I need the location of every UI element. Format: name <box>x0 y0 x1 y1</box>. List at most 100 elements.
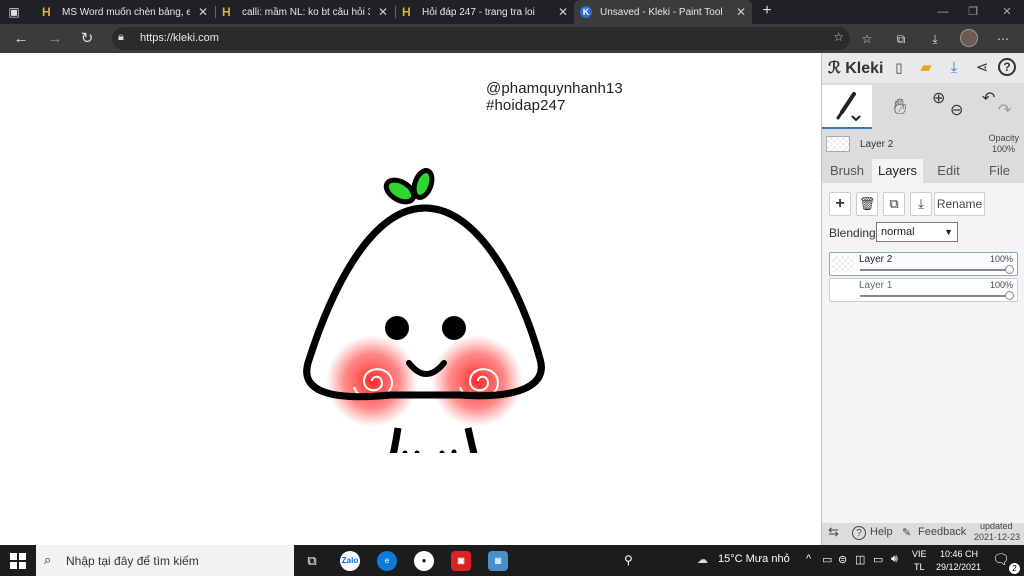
leaf-right <box>411 168 435 200</box>
share-icon[interactable]: ⋖ <box>972 58 992 78</box>
delete-layer-icon[interactable]: 🗑︎ <box>856 192 878 216</box>
language-bottom[interactable]: TL <box>914 562 925 572</box>
download-icon[interactable]: ⤓ <box>926 30 944 48</box>
open-folder-icon[interactable]: ▰ <box>916 58 936 78</box>
panel-footer: ⇆ ? Help ✎ Feedback updated 2021-12-23 <box>822 521 1024 545</box>
browser-tab-1[interactable]: H MS Word muốn chèn bảng, em t ✕ <box>36 0 214 24</box>
chrome-icon[interactable]: ● <box>414 551 434 571</box>
new-image-icon[interactable]: ▯ <box>889 58 909 78</box>
zoom-out-icon[interactable]: ⊖ <box>950 89 963 133</box>
brush-icon <box>836 92 861 122</box>
notification-icon[interactable]: 🗨︎ <box>992 551 1010 568</box>
duplicate-layer-icon[interactable]: ⧉ <box>883 192 905 216</box>
show-hidden-icons[interactable]: ^ <box>806 553 811 565</box>
layer-opacity-track <box>860 295 1011 297</box>
mushroom-drawing <box>303 168 545 453</box>
people-icon[interactable]: ⚲ <box>624 553 633 567</box>
redo-icon[interactable]: ↷ <box>998 89 1011 133</box>
edge-browser-icon[interactable]: e <box>377 551 397 571</box>
help-icon[interactable]: ? <box>852 526 866 540</box>
layer-row-1[interactable]: Layer 1 100% <box>829 278 1018 302</box>
kleki-logo-text: Kleki <box>845 60 884 77</box>
close-tab-icon[interactable]: ✕ <box>558 5 568 19</box>
rename-button[interactable]: Rename <box>934 192 985 216</box>
favorite-star-icon[interactable]: ☆ <box>833 30 844 44</box>
layers-panel: + 🗑︎ ⧉ ⤓ Rename Blending normal ▼ Layer … <box>822 183 1024 523</box>
zoom-in-icon[interactable]: ⊕ <box>932 77 945 121</box>
profile-avatar[interactable] <box>960 29 978 47</box>
browser-tab-4-active[interactable]: K Unsaved - Kleki - Paint Tool ✕ <box>574 0 752 24</box>
panel-tabs: Brush Layers Edit File <box>822 159 1024 183</box>
layer-opacity-track <box>860 269 1011 271</box>
tab-layers[interactable]: Layers <box>872 159 923 183</box>
calculator-icon[interactable]: ▦ <box>488 551 508 571</box>
more-menu-icon[interactable]: ⋯ <box>994 30 1012 48</box>
tab-brush[interactable]: Brush <box>822 159 872 183</box>
feedback-icon[interactable]: ✎ <box>902 526 911 539</box>
layer-opacity-slider[interactable] <box>1005 291 1014 300</box>
kleki-logo[interactable]: ℛ Kleki <box>828 58 883 78</box>
favorites-icon[interactable]: ☆ <box>858 30 876 48</box>
search-icon: ⌕ <box>44 552 52 567</box>
new-tab-button[interactable]: + <box>758 2 776 20</box>
network-icon[interactable]: ▭ <box>822 553 832 566</box>
updated-date: 2021-12-23 <box>974 532 1021 542</box>
back-arrow-icon[interactable]: ← <box>10 28 32 50</box>
windows-taskbar: ⌕ Nhập tại đây để tìm kiếm ⧉ Zalo e ● ▣ … <box>0 545 1024 576</box>
collections-icon[interactable]: ⧉ <box>892 30 910 48</box>
layer-thumbnail <box>832 256 854 272</box>
current-layer-name: Layer 2 <box>860 139 894 150</box>
clock-date[interactable]: 29/12/2021 <box>936 562 981 572</box>
url-field[interactable]: 🔒︎ https://kleki.com ☆ <box>112 27 850 50</box>
hand-icon: ✋︎ <box>893 94 907 119</box>
close-tab-icon[interactable]: ✕ <box>198 5 208 19</box>
merge-down-icon[interactable]: ⤓ <box>910 192 932 216</box>
close-window-icon[interactable]: ✕ <box>992 0 1022 24</box>
layer-opacity-slider[interactable] <box>1005 265 1014 274</box>
app-tray-icon[interactable]: ◫ <box>855 553 865 566</box>
restore-icon[interactable]: ❐ <box>958 0 988 24</box>
reload-icon[interactable]: ↻ <box>76 28 98 50</box>
weather-icon[interactable]: ☁ <box>697 553 708 566</box>
forward-arrow-icon[interactable]: → <box>44 28 66 50</box>
tab-title: calli: mầm NL: ko bt câu hỏi 348 <box>242 6 370 18</box>
hand-tool-button[interactable]: ✋︎ <box>880 85 920 129</box>
tool-row: ✋︎ ⊕ ⊖ ↶ ↷ <box>822 85 1024 129</box>
volume-icon[interactable]: 🔊︎ <box>891 553 898 566</box>
oo-app-icon[interactable]: ▣ <box>451 551 471 571</box>
hoidap-favicon-icon: H <box>42 5 51 19</box>
close-tab-icon[interactable]: ✕ <box>736 5 746 19</box>
weather-text[interactable]: 15°C Mưa nhỏ <box>718 553 790 565</box>
clock-time[interactable]: 10:46 CH <box>940 549 978 559</box>
add-layer-button[interactable]: + <box>829 192 851 216</box>
browser-tab-2[interactable]: H calli: mầm NL: ko bt câu hỏi 348 ✕ <box>216 0 394 24</box>
browser-tab-3[interactable]: H Hỏi đáp 247 - trang tra loi ✕ <box>396 0 574 24</box>
brush-tool-button[interactable] <box>822 85 872 129</box>
swap-side-icon[interactable]: ⇆ <box>828 524 839 540</box>
zoom-buttons: ⊕ ⊖ <box>926 85 972 129</box>
layer-opacity: 100% <box>989 254 1013 264</box>
help-link[interactable]: Help <box>870 526 893 538</box>
minimize-icon[interactable]: — <box>928 0 958 24</box>
kleki-favicon-icon: K <box>580 6 592 18</box>
close-tab-icon[interactable]: ✕ <box>378 5 388 19</box>
save-download-icon[interactable]: ⤓ <box>944 58 964 78</box>
task-view-icon[interactable]: ⧉ <box>302 551 322 571</box>
windows-start-icon[interactable] <box>10 553 26 569</box>
monitor-icon[interactable]: ▭ <box>873 553 883 566</box>
opacity-value: 100% <box>991 144 1015 154</box>
layer-row-2[interactable]: Layer 2 100% <box>829 252 1018 276</box>
drawing-canvas[interactable]: @phamquynhanh13 #hoidap247 <box>0 53 821 545</box>
undo-icon[interactable]: ↶ <box>982 77 995 121</box>
feedback-link[interactable]: Feedback <box>918 526 966 538</box>
address-bar-row: ← → ↻ 🔒︎ https://kleki.com ☆ ☆ ⧉ ⤓ ⋯ <box>0 24 1024 53</box>
help-circle-icon[interactable]: ? <box>998 58 1016 76</box>
tab-actions-icon[interactable]: ▣ <box>6 4 22 20</box>
language-top[interactable]: VIE <box>912 549 927 559</box>
tab-file[interactable]: File <box>974 159 1024 183</box>
taskbar-search-box[interactable]: ⌕ Nhập tại đây để tìm kiếm <box>36 545 294 576</box>
blending-select[interactable]: normal ▼ <box>876 222 958 242</box>
zalo-app-icon[interactable]: Zalo <box>340 551 360 571</box>
wifi-icon[interactable]: ⊜ <box>838 553 847 566</box>
tab-edit[interactable]: Edit <box>923 159 974 183</box>
